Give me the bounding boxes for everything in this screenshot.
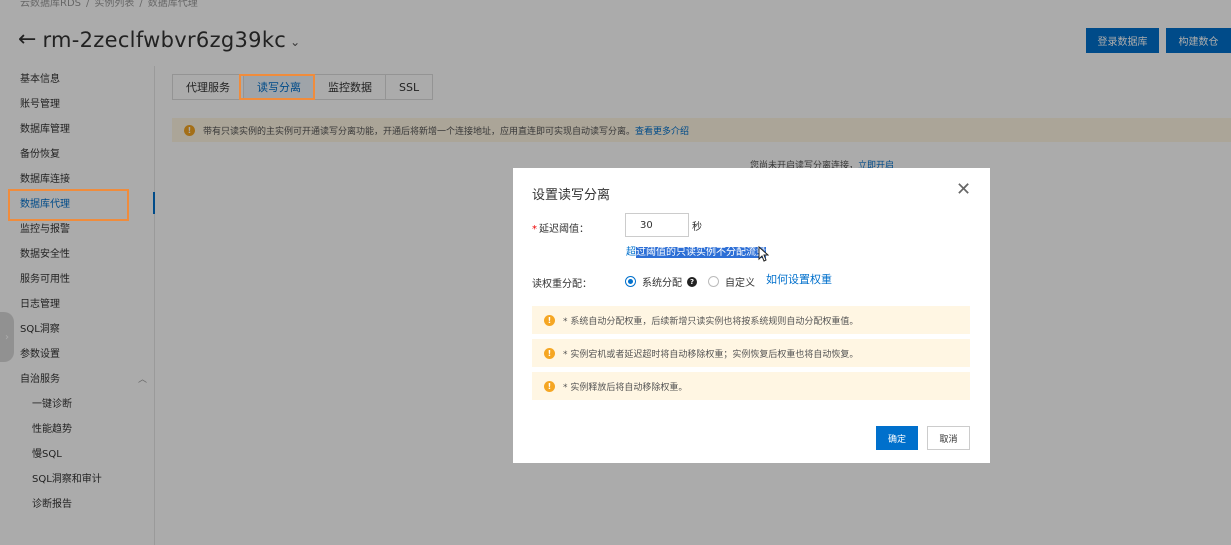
warning-icon: ! — [544, 314, 555, 326]
warning-row: ! * 实例释放后将自动移除权重。 — [532, 372, 970, 400]
cancel-button[interactable]: 取消 — [927, 426, 970, 450]
dialog-title: 设置读写分离 — [532, 188, 611, 203]
read-write-split-dialog: 设置读写分离 ✕ *延迟阈值： 秒 超过阈值的只读实例不分配流量 读权重分配： … — [513, 168, 990, 463]
warning-icon: ! — [544, 347, 555, 359]
delay-threshold-input[interactable] — [625, 213, 689, 237]
radio-unchecked-icon — [708, 276, 719, 287]
mouse-cursor-icon — [758, 246, 769, 262]
radio-custom[interactable]: 自定义 — [708, 274, 755, 289]
how-to-set-weight-link[interactable]: 如何设置权重 — [766, 271, 832, 287]
radio-system-assigned[interactable]: 系统分配 ? — [625, 274, 697, 289]
close-icon[interactable]: ✕ — [956, 181, 971, 199]
radio-checked-icon — [625, 276, 636, 287]
delay-hint: 超过阈值的只读实例不分配流量 — [626, 247, 766, 258]
warning-icon: ! — [544, 380, 555, 392]
help-icon[interactable]: ? — [687, 276, 697, 287]
warning-row: ! * 系统自动分配权重，后续新增只读实例也将按系统规则自动分配权重值。 — [532, 306, 970, 334]
delay-unit: 秒 — [692, 222, 702, 233]
confirm-button[interactable]: 确定 — [876, 426, 918, 450]
weight-distribution-label: 读权重分配： — [532, 279, 592, 290]
warning-row: ! * 实例宕机或者延迟超时将自动移除权重；实例恢复后权重也将自动恢复。 — [532, 339, 970, 367]
delay-threshold-label: * 延迟阈值： — [532, 224, 589, 235]
